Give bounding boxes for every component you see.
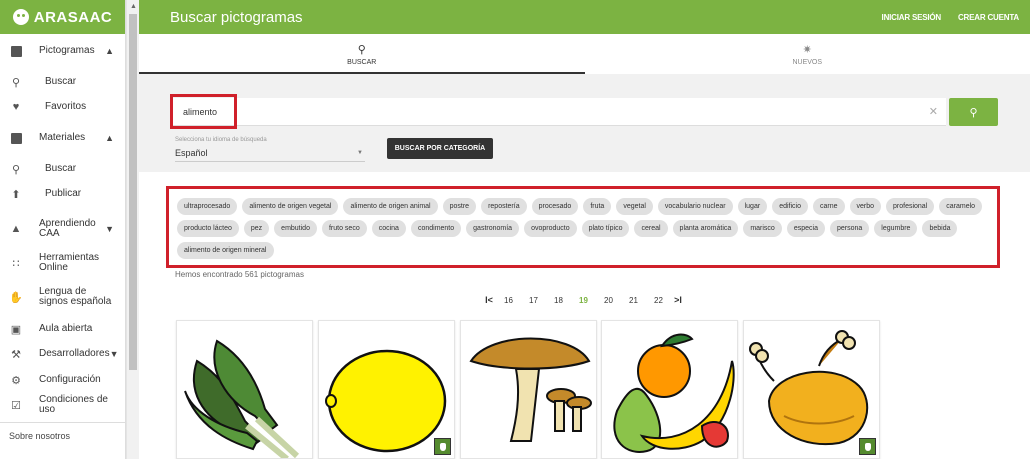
wrench-icon: ⚒ [11,348,21,361]
page-link[interactable]: 17 [521,296,546,305]
school-icon: ▲ [10,223,22,235]
chevron-up-icon: ▲ [105,133,114,143]
pictogram-card-mushroom[interactable] [460,320,597,459]
checkbox-icon: ☑ [11,399,21,412]
search-input[interactable] [183,107,883,117]
touch-badge-icon [859,438,876,455]
pictogram-card-fruit[interactable] [601,320,738,459]
dropdown-caret-icon: ▼ [357,150,363,156]
sidebar-item-publicar[interactable]: ⬆ Publicar [0,187,126,201]
sidebar-item-condiciones-de-uso[interactable]: ☑ Condiciones de uso [0,395,126,415]
sidebar-item-pictogramas[interactable]: Pictogramas ▲ [0,44,126,58]
sidebar-item-materiales[interactable]: Materiales ▲ [0,131,126,145]
result-count: Hemos encontrado 561 pictogramas [175,270,304,279]
sidebar-scrollbar[interactable]: ▲ [126,0,139,459]
tab-nuevos-label: NUEVOS [792,58,823,66]
chevron-down-icon: ▼ [105,224,114,234]
last-page-icon[interactable]: >I [671,295,685,305]
sidebar-item-herramientas-online[interactable]: ∷ Herramientas Online [0,253,126,273]
sidebar: ARASAAC Pictogramas ▲ ⚲ Buscar ♥ Favorit… [0,0,126,459]
sign-language-icon: ✋ [9,291,23,304]
search-by-category-button[interactable]: BUSCAR POR CATEGORÍA [387,138,493,159]
fruit-pictogram [613,333,735,453]
search-icon: ⚲ [357,43,366,56]
mushroom-pictogram [469,337,592,442]
tab-nuevos[interactable]: ✷ NUEVOS [585,34,1030,74]
top-header: Buscar pictogramas INICIAR SESIÓN CREAR … [139,0,1030,34]
brand-name: ARASAAC [33,8,113,26]
language-select[interactable]: Español ▼ [175,148,365,162]
pagination: I< 16 17 18 19 20 21 22 >I [482,295,685,305]
search-icon: ⚲ [11,76,21,89]
heart-icon: ♥ [12,101,20,113]
search-icon: ⚲ [11,163,21,176]
pictogram-card-lemon[interactable] [318,320,455,459]
pictogram-card-roast-chicken[interactable] [743,320,880,459]
signup-link[interactable]: CREAR CUENTA [958,13,1019,22]
sidebar-item-lengua-de-signos[interactable]: ✋ Lengua de signos española [0,287,126,307]
sidebar-item-buscar-materiales[interactable]: ⚲ Buscar [0,162,126,176]
chevron-up-icon: ▲ [105,46,114,56]
page-link[interactable]: 21 [621,296,646,305]
tab-buscar[interactable]: ⚲ BUSCAR [139,34,585,74]
scroll-thumb[interactable] [129,14,137,370]
language-selected-value: Español [175,148,208,158]
upload-icon: ⬆ [11,188,21,201]
first-page-icon[interactable]: I< [482,295,496,305]
clear-icon[interactable]: ✕ [929,105,938,118]
gear-icon: ⚙ [11,374,21,387]
page-link[interactable]: 18 [546,296,571,305]
sidebar-item-aula-abierta[interactable]: ▣ Aula abierta [0,322,126,336]
page-title: Buscar pictogramas [170,8,303,26]
page-link[interactable]: 22 [646,296,671,305]
image-icon [9,44,23,58]
apps-icon: ∷ [12,257,20,270]
new-releases-icon: ✷ [802,43,812,56]
sidebar-item-aprendiendo-caa[interactable]: ▲ Aprendiendo CAA ▼ [0,219,126,239]
page-link[interactable]: 16 [496,296,521,305]
classroom-icon: ▣ [10,323,22,336]
search-button[interactable]: ⚲ [949,98,998,126]
arasaac-logo[interactable]: ARASAAC [12,8,113,26]
login-link[interactable]: INICIAR SESIÓN [882,13,942,22]
sidebar-item-desarrolladores[interactable]: ⚒ Desarrolladores ▼ [0,347,126,361]
sidebar-item-buscar-pictogramas[interactable]: ⚲ Buscar [0,75,126,89]
pictogram-card-chard[interactable] [176,320,313,459]
sidebar-item-configuracion[interactable]: ⚙ Configuración [0,373,126,387]
chevron-down-icon: ▼ [109,349,119,359]
chard-pictogram [184,339,300,458]
page-link-current[interactable]: 19 [571,296,596,305]
page-link[interactable]: 20 [596,296,621,305]
tab-bar: ⚲ BUSCAR ✷ NUEVOS [139,34,1030,74]
highlight-search-term [170,94,237,129]
sidebar-about-heading: Sobre nosotros [9,431,71,441]
sidebar-divider [0,422,126,423]
logo-face-icon [12,9,29,25]
touch-badge-icon [434,438,451,455]
search-box: ✕ [171,98,946,126]
language-label: Selecciona tu idioma de búsqueda [175,137,267,143]
book-icon [9,131,23,145]
search-icon: ⚲ [969,106,978,119]
highlight-tags [166,186,1000,268]
sidebar-item-favoritos[interactable]: ♥ Favoritos [0,100,126,114]
tab-buscar-label: BUSCAR [347,58,377,66]
logo-bar: ARASAAC [0,0,125,34]
scroll-up-icon[interactable]: ▲ [130,3,137,10]
